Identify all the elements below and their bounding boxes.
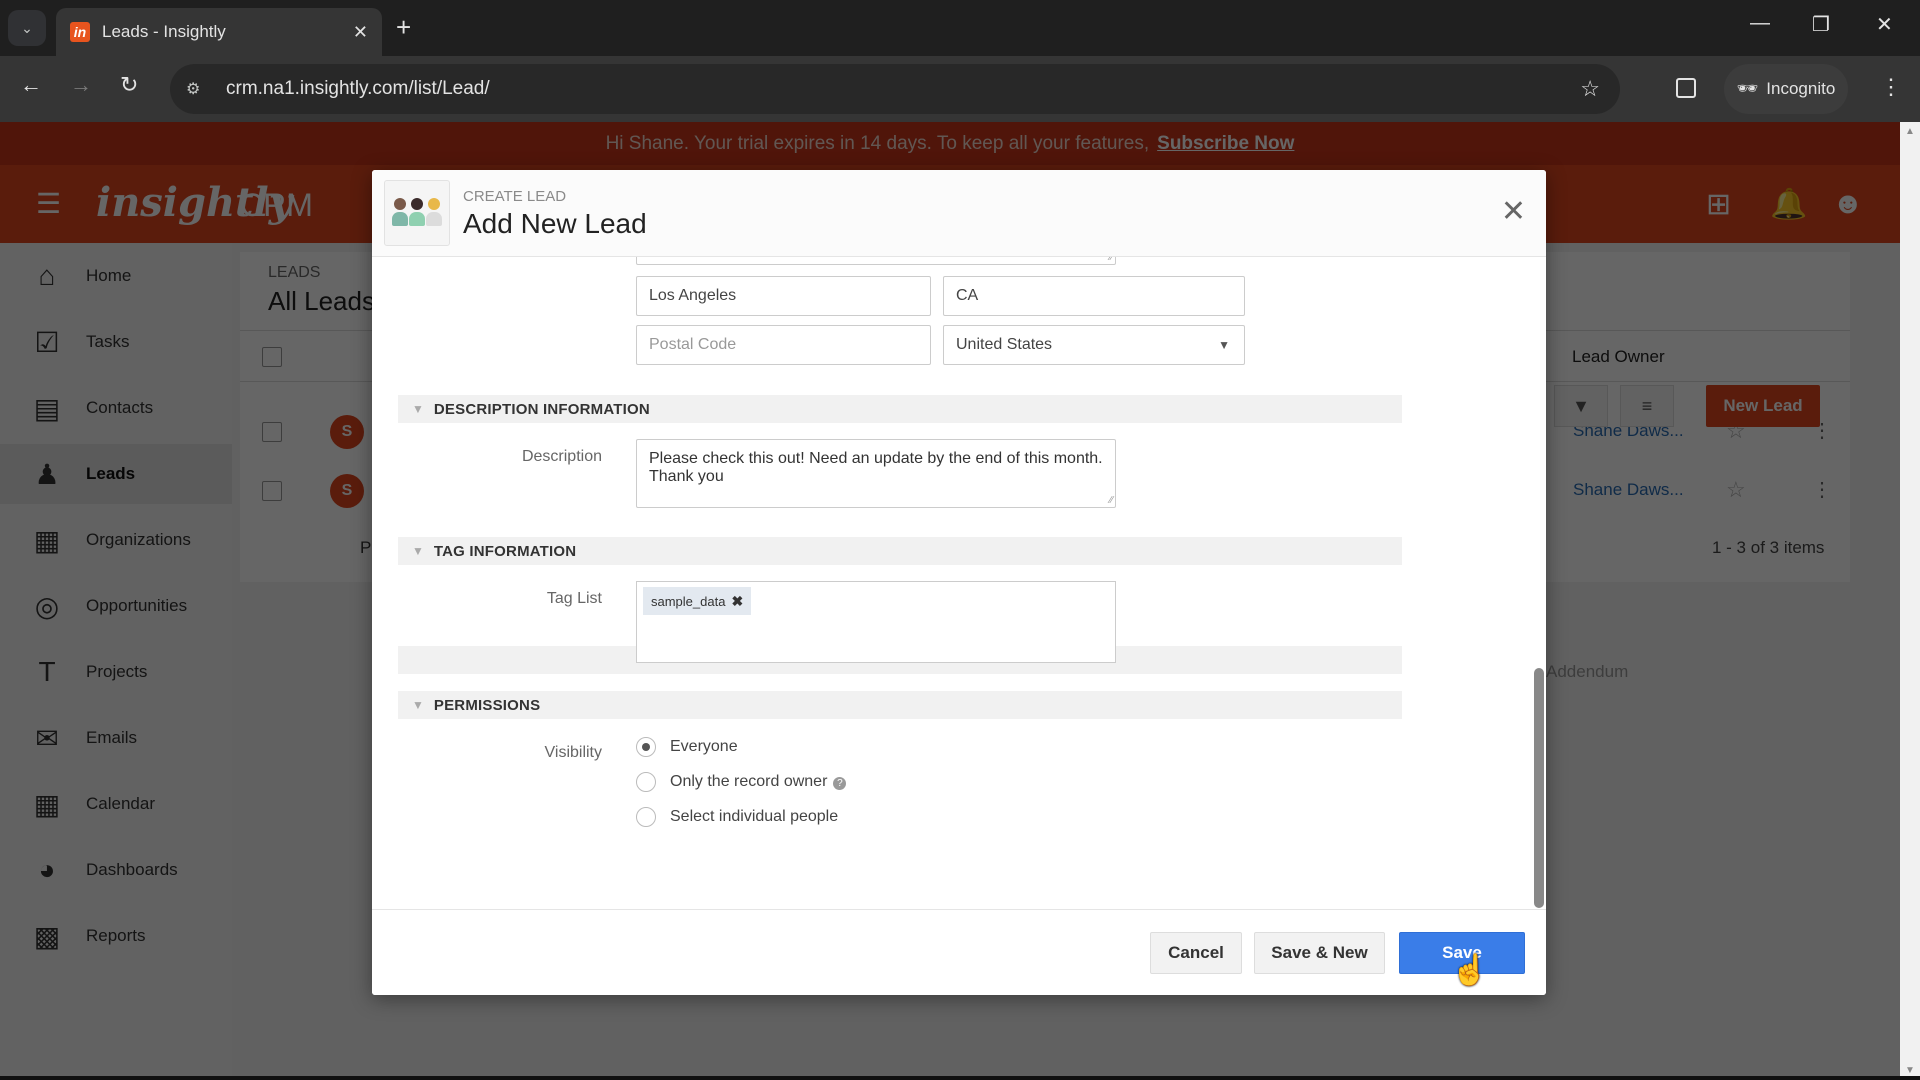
section-header-tags[interactable]: ▼ TAG INFORMATION [398, 537, 1402, 565]
radio-label: Select individual people [670, 808, 839, 825]
save-and-new-button[interactable]: Save & New [1254, 932, 1385, 974]
forward-button[interactable]: → [70, 72, 92, 98]
country-select[interactable]: United States ▼ [943, 325, 1245, 365]
arrow-right-icon: → [70, 72, 92, 97]
back-button[interactable]: ← [20, 72, 42, 98]
url-text: crm.na1.insightly.com/list/Lead/ [226, 78, 490, 99]
city-input[interactable]: Los Angeles [636, 276, 931, 316]
browser-tab[interactable]: in Leads - Insightly ✕ [56, 8, 382, 56]
section-header-permissions[interactable]: ▼ PERMISSIONS [398, 691, 1402, 719]
chevron-down-icon: ⌄ [21, 19, 33, 36]
close-dialog-button[interactable]: ✕ [1501, 194, 1526, 229]
visibility-option-everyone[interactable]: Everyone [636, 737, 738, 757]
address-bar[interactable]: ⚙ crm.na1.insightly.com/list/Lead/ ☆ [170, 64, 1620, 114]
dialog-scrollbar-thumb[interactable] [1534, 668, 1544, 908]
insightly-favicon-icon: in [70, 22, 90, 42]
reload-button[interactable]: ↻ [120, 72, 138, 98]
visibility-option-record-owner[interactable]: Only the record owner? [636, 772, 847, 792]
dialog-header: CREATE LEAD Add New Lead ✕ [372, 170, 1546, 257]
cancel-button[interactable]: Cancel [1150, 932, 1242, 974]
dialog-footer: Cancel Save & New Save [372, 909, 1546, 995]
close-tab-icon[interactable]: ✕ [353, 22, 368, 43]
tag-list-input[interactable]: sample_data ✖ [636, 581, 1116, 663]
browser-menu-button[interactable]: ⋮ [1880, 74, 1902, 100]
tab-title: Leads - Insightly [102, 22, 226, 41]
chevron-down-icon: ▼ [412, 698, 424, 712]
bookmark-star-icon[interactable]: ☆ [1580, 76, 1600, 102]
description-value: Please check this out! Need an update by… [649, 450, 1103, 485]
add-new-lead-dialog: CREATE LEAD Add New Lead ✕ ∕∕ Los Angele… [372, 170, 1546, 995]
new-tab-button[interactable]: + [396, 12, 411, 43]
side-panel-icon[interactable] [1676, 78, 1696, 98]
help-icon[interactable]: ? [833, 777, 847, 790]
description-textarea[interactable]: Please check this out! Need an update by… [636, 439, 1116, 508]
plus-icon: + [396, 12, 412, 42]
incognito-badge[interactable]: 🕶 Incognito [1724, 64, 1848, 114]
resize-grip-icon[interactable]: ∕∕ [1110, 257, 1113, 263]
state-input[interactable]: CA [943, 276, 1245, 316]
section-title: TAG INFORMATION [433, 542, 577, 560]
incognito-label: Incognito [1766, 79, 1836, 98]
minimize-button[interactable]: — [1750, 12, 1770, 35]
visibility-option-individuals[interactable]: Select individual people [636, 807, 838, 827]
reload-icon: ↻ [120, 72, 139, 97]
chevron-down-icon: ▼ [412, 544, 424, 558]
radio-label: Only the record owner? [670, 773, 847, 791]
dialog-title: Add New Lead [463, 208, 647, 239]
section-title: DESCRIPTION INFORMATION [433, 400, 650, 418]
browser-toolbar: ← → ↻ ⚙ crm.na1.insightly.com/list/Lead/… [0, 56, 1920, 122]
close-window-button[interactable]: ✕ [1876, 12, 1893, 37]
tab-search-button[interactable]: ⌄ [8, 10, 46, 46]
taskbar-edge [0, 1076, 1920, 1080]
incognito-icon: 🕶 [1736, 79, 1759, 98]
visibility-label: Visibility [544, 744, 603, 761]
tag-chip: sample_data ✖ [643, 587, 752, 615]
browser-tab-bar: ⌄ in Leads - Insightly ✕ + — ❐ ✕ [0, 0, 1920, 56]
description-label: Description [521, 448, 602, 465]
postal-code-input[interactable]: Postal Code [636, 325, 931, 365]
page-scrollbar[interactable]: ▲ ▼ [1900, 122, 1920, 1080]
dialog-body: ∕∕ Los Angeles CA Postal Code United Sta… [372, 257, 1546, 909]
restore-button[interactable]: ❐ [1812, 12, 1830, 37]
scroll-down-icon[interactable]: ▼ [1905, 1065, 1915, 1076]
radio-label-text: Only the record owner [670, 773, 828, 790]
arrow-left-icon: ← [20, 72, 42, 97]
radio-everyone[interactable] [636, 737, 656, 757]
radio-individuals[interactable] [636, 807, 656, 827]
radio-label: Everyone [670, 738, 738, 755]
tag-chip-label: sample_data [651, 593, 726, 609]
close-icon: ✕ [1500, 195, 1526, 228]
caret-down-icon: ▼ [1218, 338, 1230, 352]
kebab-icon: ⋮ [1880, 74, 1902, 99]
street-textarea[interactable]: ∕∕ [636, 257, 1116, 265]
resize-grip-icon[interactable]: ∕∕ [1110, 495, 1113, 506]
tune-icon[interactable]: ⚙ [186, 79, 216, 99]
dialog-kicker: CREATE LEAD [463, 188, 567, 205]
chevron-down-icon: ▼ [412, 402, 424, 416]
radio-record-owner[interactable] [636, 772, 656, 792]
tag-list-label: Tag List [546, 590, 602, 607]
leads-illustration-icon [384, 180, 450, 246]
scroll-up-icon[interactable]: ▲ [1905, 126, 1915, 137]
hand-pointer-cursor-icon: ☝ [1451, 954, 1489, 987]
country-value: United States [956, 336, 1053, 353]
section-title: PERMISSIONS [433, 696, 541, 714]
remove-tag-icon[interactable]: ✖ [731, 593, 743, 610]
section-header-description[interactable]: ▼ DESCRIPTION INFORMATION [398, 395, 1402, 423]
